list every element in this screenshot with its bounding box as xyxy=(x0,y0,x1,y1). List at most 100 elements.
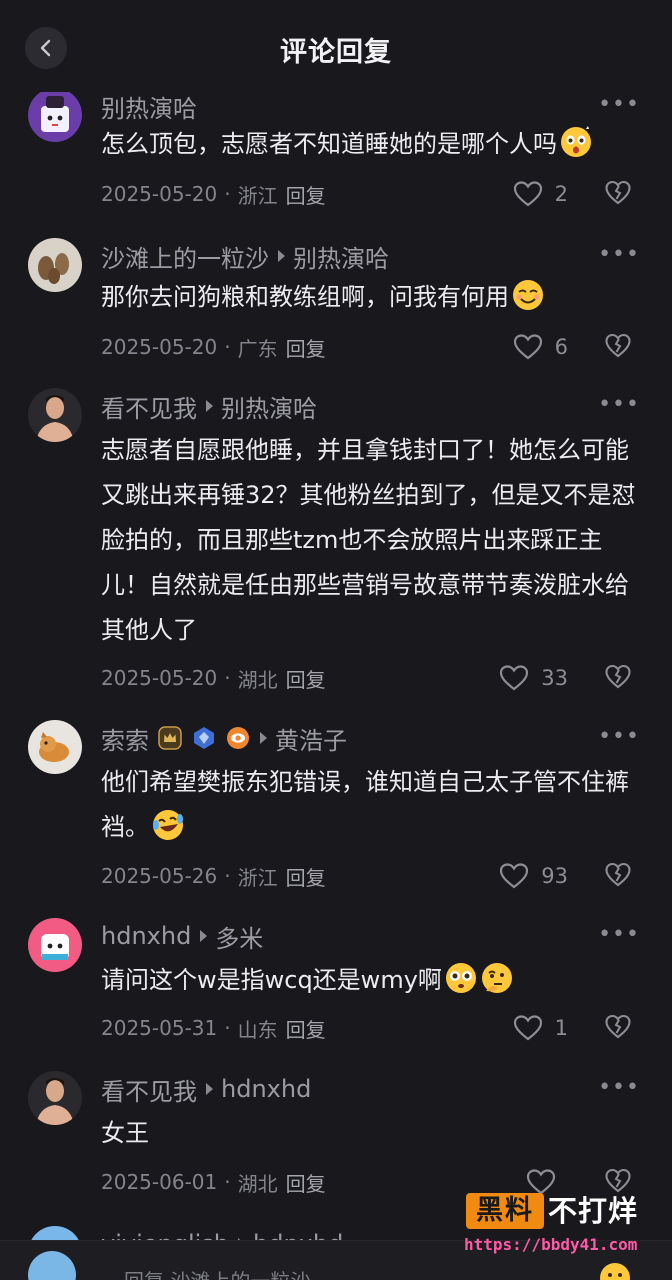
comment-body: 请问这个w是指wcq还是wmy啊 xyxy=(101,966,442,994)
like-button[interactable]: 1 xyxy=(513,1013,568,1043)
like-button[interactable]: 2 xyxy=(513,179,568,209)
separator-dot: · xyxy=(224,864,231,888)
comment-date: 2025-05-20 xyxy=(101,335,218,359)
like-button[interactable]: 33 xyxy=(499,663,568,693)
avatar[interactable] xyxy=(28,238,82,292)
dislike-button[interactable] xyxy=(604,1013,632,1043)
comment-meta: 2025-05-20 · 广东 回复 xyxy=(101,332,326,362)
like-count: 93 xyxy=(541,864,568,888)
dislike-button[interactable] xyxy=(604,332,632,362)
reply-button[interactable]: 回复 xyxy=(286,1014,326,1043)
reply-arrow-icon xyxy=(206,400,213,412)
avatar[interactable] xyxy=(28,918,82,972)
username[interactable]: hdnxhd xyxy=(101,922,191,950)
emoji-picker-icon[interactable] xyxy=(598,1261,632,1280)
comment-date: 2025-05-20 xyxy=(101,666,218,690)
separator-dot: · xyxy=(224,1170,231,1194)
more-options-icon[interactable]: ••• xyxy=(598,922,640,947)
crown-badge-icon xyxy=(157,725,183,751)
heart-icon xyxy=(513,181,542,207)
more-options-icon[interactable]: ••• xyxy=(598,242,640,267)
reply-arrow-icon xyxy=(206,1083,213,1095)
my-avatar xyxy=(28,1251,76,1280)
reply-button[interactable]: 回复 xyxy=(286,333,326,362)
broken-heart-icon xyxy=(605,180,631,205)
avatar[interactable] xyxy=(28,1071,82,1125)
comment-text: 那你去问狗粮和教练组啊，问我有何用 xyxy=(101,275,646,320)
broken-heart-icon xyxy=(605,1014,631,1039)
comment-header: 索索 黄浩子 xyxy=(101,720,347,756)
smiling-face-emoji-icon xyxy=(511,278,545,312)
comment-date: 2025-06-01 xyxy=(101,1170,218,1194)
reply-button[interactable]: 回复 xyxy=(286,180,326,209)
watermark-url: https://bbdy41.com xyxy=(464,1235,638,1254)
heart-icon xyxy=(513,334,542,360)
reply-to-username[interactable]: 多米 xyxy=(215,919,263,954)
page-title: 评论回复 xyxy=(280,37,392,68)
reply-to-username[interactable]: hdnxhd xyxy=(221,1075,311,1103)
avatar[interactable] xyxy=(28,388,82,442)
reply-button[interactable]: 回复 xyxy=(286,664,326,693)
reply-to-username[interactable]: 别热演哈 xyxy=(221,389,317,424)
surprised-face-emoji-icon xyxy=(559,125,593,159)
like-count: 2 xyxy=(554,182,568,206)
username[interactable]: 索索 xyxy=(101,721,149,756)
crying-laughing-emoji-icon xyxy=(151,808,185,842)
reply-button[interactable]: 回复 xyxy=(286,862,326,891)
dislike-button[interactable] xyxy=(604,179,632,209)
comment-date: 2025-05-31 xyxy=(101,1016,218,1040)
reply-button[interactable]: 回复 xyxy=(286,1168,326,1197)
like-button[interactable]: 93 xyxy=(499,861,568,891)
watermark-brand-box: 黑料 xyxy=(466,1193,544,1229)
like-button[interactable]: 6 xyxy=(513,332,568,362)
eye-badge-icon xyxy=(225,725,251,751)
username[interactable]: 别热演哈 xyxy=(101,89,197,124)
more-options-icon[interactable]: ••• xyxy=(598,1075,640,1100)
photo-avatar-dog-icon xyxy=(28,720,82,774)
comment-meta: 2025-05-20 · 浙江 回复 xyxy=(101,179,326,209)
reply-input[interactable]: 回复 沙滩上的一粒沙 xyxy=(124,1265,310,1280)
avatar[interactable] xyxy=(28,88,82,142)
comment-header: 看不见我 别热演哈 xyxy=(101,388,317,424)
more-options-icon[interactable]: ••• xyxy=(598,392,640,417)
heart-icon xyxy=(513,1015,542,1041)
separator-dot: · xyxy=(224,1016,231,1040)
diamond-badge-icon xyxy=(191,725,217,751)
comment-header: hdnxhd 多米 xyxy=(101,918,263,954)
comment-meta: 2025-05-31 · 山东 回复 xyxy=(101,1013,326,1043)
watermark-brand-text: 不打烊 xyxy=(548,1194,639,1228)
comment-location: 湖北 xyxy=(237,667,278,692)
comment-location: 湖北 xyxy=(237,1171,278,1196)
avatar[interactable] xyxy=(28,720,82,774)
photo-avatar-man-icon xyxy=(28,388,82,442)
comment-location: 广东 xyxy=(237,336,278,361)
username[interactable]: 看不见我 xyxy=(101,1072,197,1107)
comment-text: 他们希望樊振东犯错误，谁知道自己太子管不住裤裆。 xyxy=(101,760,646,850)
comment-meta: 2025-05-26 · 浙江 回复 xyxy=(101,861,326,891)
dislike-button[interactable] xyxy=(604,663,632,693)
comment-header: 别热演哈 xyxy=(101,88,197,124)
cartoon-avatar-pink-icon xyxy=(28,918,82,972)
username[interactable]: 沙滩上的一粒沙 xyxy=(101,239,269,274)
cartoon-avatar-purple-icon xyxy=(28,88,82,142)
heart-icon xyxy=(500,863,529,889)
like-count: 1 xyxy=(554,1016,568,1040)
separator-dot: · xyxy=(224,666,231,690)
comment-body: 怎么顶包，志愿者不知道睡她的是哪个人吗 xyxy=(101,130,557,158)
username[interactable]: 看不见我 xyxy=(101,389,197,424)
more-options-icon[interactable]: ••• xyxy=(598,92,640,117)
broken-heart-icon xyxy=(605,333,631,358)
thinking-face-emoji-icon xyxy=(480,961,514,995)
more-options-icon[interactable]: ••• xyxy=(598,724,640,749)
dislike-button[interactable] xyxy=(604,861,632,891)
reply-arrow-icon xyxy=(278,250,285,262)
comment-header: 看不见我 hdnxhd xyxy=(101,1071,311,1107)
separator-dot: · xyxy=(224,335,231,359)
reply-arrow-icon xyxy=(200,930,208,942)
comment-text: 志愿者自愿跟他睡，并且拿钱封口了！她怎么可能又跳出来再锤32？其他粉丝拍到了，但… xyxy=(101,436,636,644)
reply-to-username[interactable]: 别热演哈 xyxy=(293,239,389,274)
reply-to-username[interactable]: 黄浩子 xyxy=(275,721,347,756)
top-bar: 评论回复 xyxy=(0,0,672,92)
broken-heart-icon xyxy=(605,862,631,887)
comment-date: 2025-05-20 xyxy=(101,182,218,206)
